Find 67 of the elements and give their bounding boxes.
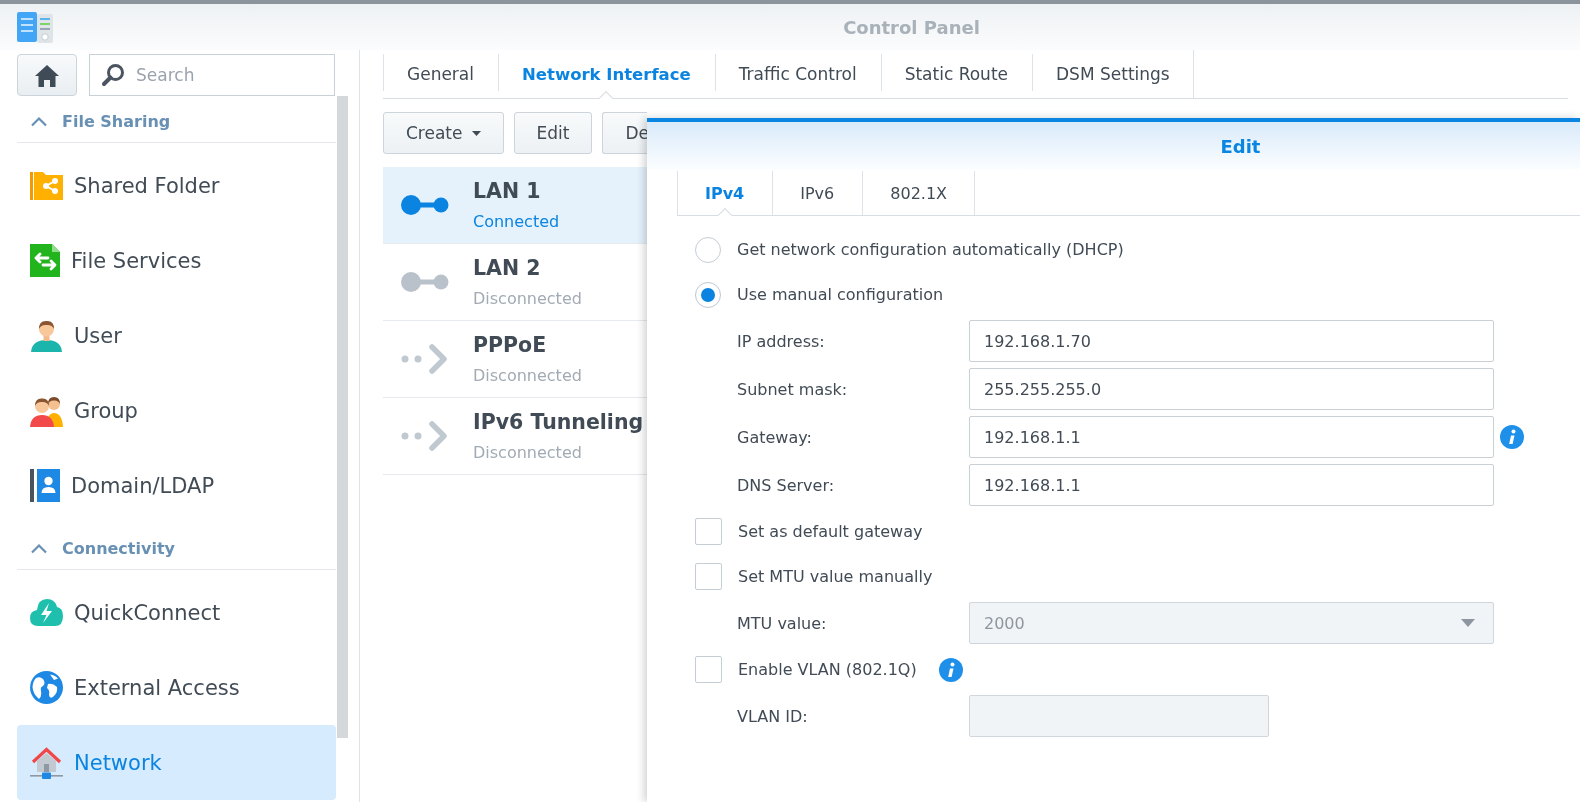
search-field[interactable]: Search xyxy=(89,54,335,96)
sidebar-item[interactable]: Shared Folder xyxy=(17,148,336,223)
sidebar-item[interactable]: User xyxy=(17,298,336,373)
interface-status: Disconnected xyxy=(473,366,582,385)
control-panel-icon xyxy=(17,11,53,43)
search-icon xyxy=(101,63,125,87)
window-title: Control Panel xyxy=(843,16,980,38)
interface-status: Disconnected xyxy=(473,443,583,462)
house-network-icon xyxy=(30,746,63,779)
tab[interactable]: Static Route xyxy=(880,50,1033,98)
shared-folder-icon xyxy=(30,171,63,200)
option-label: Get network configuration automatically (DHCP) xyxy=(737,240,1124,259)
interface-name: LAN 1 xyxy=(473,179,542,204)
interface-status: Connected xyxy=(473,212,560,231)
toolbar-button[interactable]: Create xyxy=(383,112,504,154)
contact-book-icon xyxy=(30,469,60,502)
home-button[interactable] xyxy=(17,54,77,96)
text-field[interactable]: 255.255.255.0 xyxy=(969,368,1494,410)
caret-icon xyxy=(471,130,481,136)
toolbar-button[interactable]: Edit xyxy=(513,112,593,154)
field-label: IP address: xyxy=(737,331,826,351)
chevron-icon[interactable] xyxy=(30,115,48,127)
interface-name: IPv6 Tunneling xyxy=(473,410,644,435)
sidebar-item[interactable]: File Services xyxy=(17,223,336,298)
field-label: MTU value: xyxy=(737,613,828,633)
option-label: Set MTU value manually xyxy=(738,567,933,586)
tab[interactable]: 802.1X xyxy=(862,171,976,215)
interface-name: PPPoE xyxy=(473,333,548,358)
sidebar-item[interactable]: QuickConnect xyxy=(17,575,336,650)
interface-status: Disconnected xyxy=(473,289,582,308)
tab[interactable]: DSM Settings xyxy=(1032,50,1194,98)
info-icon[interactable] xyxy=(1500,425,1524,449)
field-label: VLAN ID: xyxy=(737,706,809,726)
sidebar-item[interactable]: External Access xyxy=(17,650,336,725)
checkbox[interactable] xyxy=(695,656,722,683)
radio-button[interactable] xyxy=(695,236,721,263)
option-label: Enable VLAN (802.1Q) xyxy=(738,660,917,679)
info-icon[interactable] xyxy=(938,657,963,682)
document-arrows-icon xyxy=(30,244,60,277)
sidebar-item[interactable]: Group xyxy=(17,373,336,448)
interface-row[interactable]: LAN 2 Disconnected xyxy=(383,244,647,321)
option-label: Set as default gateway xyxy=(738,522,923,541)
option-label: Use manual configuration xyxy=(737,285,944,304)
interface-name: LAN 2 xyxy=(473,256,542,281)
radio-button[interactable] xyxy=(695,281,721,308)
field-label: DNS Server: xyxy=(737,475,836,495)
tab[interactable]: Traffic Control xyxy=(714,50,881,98)
text-field[interactable]: 192.168.1.70 xyxy=(969,320,1494,362)
interface-row[interactable]: LAN 1 Connected xyxy=(383,167,647,244)
scrollbar[interactable] xyxy=(337,96,348,738)
field-label: Gateway: xyxy=(737,427,813,447)
globe-icon xyxy=(30,671,63,704)
home-icon xyxy=(34,63,60,87)
dialog-title: Edit xyxy=(1220,135,1261,157)
caret-icon xyxy=(1461,619,1475,627)
cloud-lightning-icon xyxy=(30,599,63,626)
checkbox[interactable] xyxy=(695,518,722,545)
chevron-icon[interactable] xyxy=(30,542,48,554)
text-field[interactable]: 192.168.1.1 xyxy=(969,464,1494,506)
sidebar-item[interactable]: Domain/LDAP xyxy=(17,448,336,523)
text-field[interactable]: 192.168.1.1 xyxy=(969,416,1494,458)
field-label: Subnet mask: xyxy=(737,379,849,399)
tab[interactable]: IPv6 xyxy=(772,171,863,215)
tab[interactable]: General xyxy=(383,50,498,98)
user-icon xyxy=(30,319,63,352)
users-icon xyxy=(30,394,63,427)
checkbox[interactable] xyxy=(695,563,722,590)
